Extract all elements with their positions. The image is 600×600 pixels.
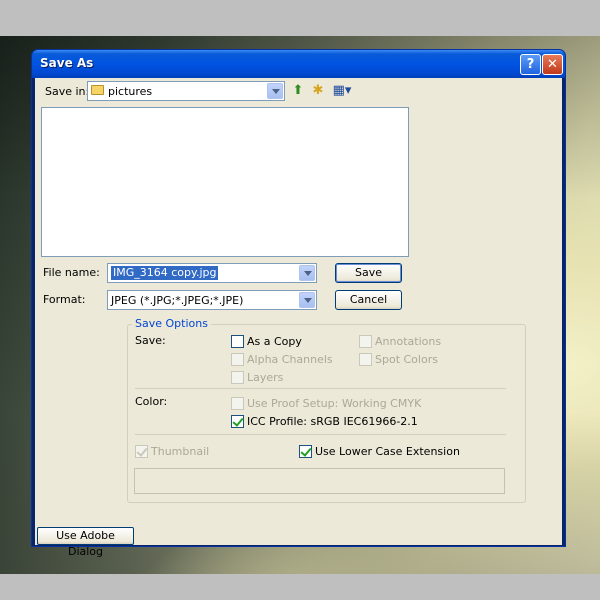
new-folder-icon[interactable]: ✱ [310, 83, 326, 99]
chevron-down-icon[interactable] [267, 83, 283, 99]
format-dropdown[interactable]: JPEG (*.JPG;*.JPEG;*.JPE) [107, 290, 317, 310]
save-label: Save: [135, 334, 166, 347]
save-in-dropdown[interactable]: pictures [87, 81, 285, 101]
help-button[interactable]: ? [520, 54, 541, 75]
spot-colors-label: Spot Colors [375, 353, 438, 366]
window-title: Save As [40, 56, 94, 70]
options-message-box [134, 468, 505, 494]
lower-case-extension-label: Use Lower Case Extension [315, 445, 460, 458]
annotations-label: Annotations [375, 335, 442, 348]
options-divider [135, 434, 506, 435]
background-top-bar [0, 0, 600, 36]
file-name-label: File name: [43, 266, 100, 279]
lower-case-extension-checkbox[interactable] [299, 445, 312, 458]
save-in-value: pictures [108, 85, 153, 98]
layers-checkbox[interactable] [231, 371, 244, 384]
folder-icon [91, 85, 104, 95]
view-menu-icon[interactable]: ▦▾ [331, 83, 353, 99]
thumbnail-checkbox[interactable] [135, 445, 148, 458]
chevron-down-icon[interactable] [299, 265, 315, 281]
use-proof-setup-label: Use Proof Setup: Working CMYK [247, 397, 422, 410]
cancel-button[interactable]: Cancel [335, 290, 402, 310]
use-proof-setup-checkbox[interactable] [231, 397, 244, 410]
color-label: Color: [135, 395, 168, 408]
background-bottom-bar [0, 574, 600, 600]
format-label: Format: [43, 293, 86, 306]
options-divider [135, 388, 506, 389]
layers-label: Layers [247, 371, 284, 384]
as-a-copy-checkbox[interactable] [231, 335, 244, 348]
save-button[interactable]: Save [335, 263, 402, 283]
file-name-input[interactable]: IMG_3164 copy.jpg [107, 263, 317, 283]
format-value: JPEG (*.JPG;*.JPEG;*.JPE) [111, 294, 244, 307]
save-in-label: Save in: [45, 85, 90, 98]
dialog-body: Save in: pictures ⬆ ✱ ▦▾ File name: IMG_… [35, 78, 562, 558]
annotations-checkbox[interactable] [359, 335, 372, 348]
spot-colors-checkbox[interactable] [359, 353, 372, 366]
up-folder-icon[interactable]: ⬆ [290, 83, 306, 99]
icc-profile-checkbox[interactable] [231, 415, 244, 428]
save-as-dialog: Save As ? ✕ Save in: pictures ⬆ ✱ ▦▾ Fil… [31, 49, 566, 558]
file-name-value: IMG_3164 copy.jpg [111, 266, 219, 280]
use-adobe-dialog-button[interactable]: Use Adobe Dialog [37, 527, 134, 558]
as-a-copy-label: As a Copy [247, 335, 302, 348]
chevron-down-icon[interactable] [299, 292, 315, 308]
title-bar[interactable]: Save As ? ✕ [32, 50, 565, 78]
save-options-title: Save Options [132, 317, 211, 330]
alpha-channels-label: Alpha Channels [247, 353, 333, 366]
icc-profile-label: ICC Profile: sRGB IEC61966-2.1 [247, 415, 418, 428]
file-list[interactable] [41, 107, 409, 257]
close-button[interactable]: ✕ [542, 54, 563, 75]
thumbnail-label: Thumbnail [151, 445, 210, 458]
alpha-channels-checkbox[interactable] [231, 353, 244, 366]
